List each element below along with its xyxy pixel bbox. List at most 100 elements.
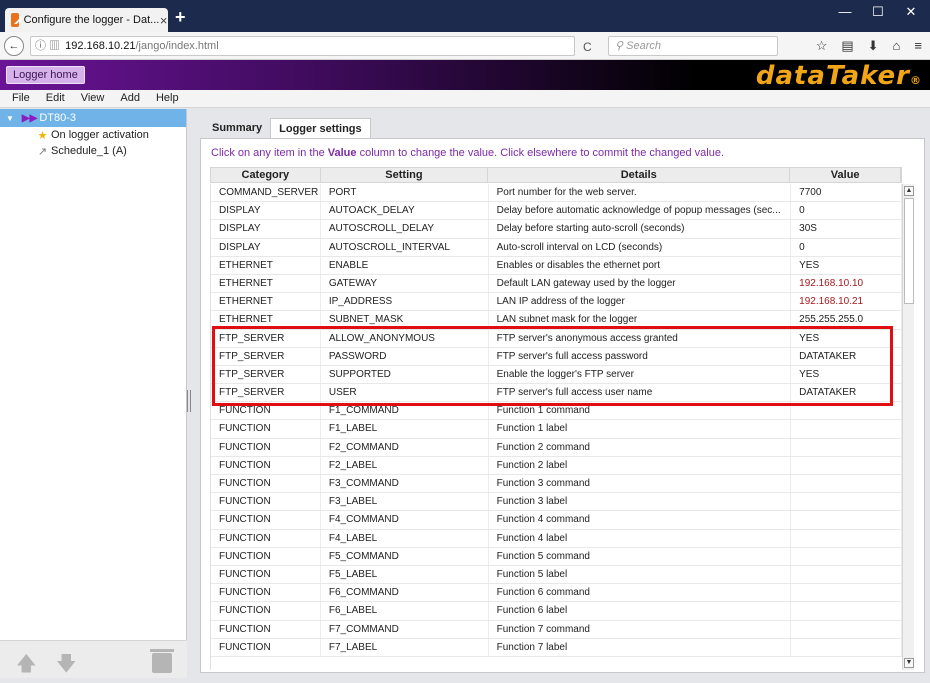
cell-setting: F1_LABEL <box>321 420 489 438</box>
cell-value[interactable]: 30S <box>791 220 902 238</box>
browser-tab[interactable]: Configure the logger - Dat... × <box>5 8 168 32</box>
maximize-icon[interactable]: ☐ <box>863 4 893 20</box>
cell-value[interactable] <box>791 475 902 493</box>
cell-setting: ALLOW_ANONYMOUS <box>321 329 489 347</box>
scroll-up-icon[interactable]: ▲ <box>904 186 914 196</box>
cell-value[interactable]: DATATAKER <box>791 347 902 365</box>
cell-value[interactable] <box>791 493 902 511</box>
close-tab-icon[interactable]: × <box>159 13 168 28</box>
site-info-icon[interactable]: ⓘ ▥ <box>35 40 60 52</box>
table-row[interactable]: FUNCTION F4_LABEL Function 4 label <box>211 529 902 548</box>
header-details[interactable]: Details <box>488 168 791 182</box>
cell-value[interactable] <box>791 547 902 565</box>
home-icon[interactable]: ⌂ <box>893 38 901 54</box>
cell-value[interactable] <box>791 402 902 420</box>
tab-summary[interactable]: Summary <box>204 118 271 138</box>
menu-file[interactable]: File <box>4 90 38 107</box>
table-row[interactable]: FTP_SERVER SUPPORTED Enable the logger's F… <box>211 365 902 385</box>
cell-value[interactable]: 192.168.10.21 <box>791 293 902 311</box>
table-row[interactable]: FUNCTION F6_COMMAND Function 6 command <box>211 584 902 603</box>
logger-home-button[interactable]: Logger home <box>6 66 85 84</box>
cell-value[interactable]: 255.255.255.0 <box>791 311 902 329</box>
menu-add[interactable]: Add <box>112 90 148 107</box>
cell-value[interactable] <box>791 511 902 529</box>
cell-setting: PASSWORD <box>321 347 489 365</box>
table-row[interactable]: FUNCTION F1_COMMAND Function 1 command <box>211 402 902 421</box>
header-category[interactable]: Category <box>211 168 321 182</box>
header-setting[interactable]: Setting <box>321 168 489 182</box>
table-scrollbar[interactable]: ▲ ▼ <box>902 184 914 670</box>
table-row[interactable]: ETHERNET IP_ADDRESS LAN IP address of the … <box>211 293 902 312</box>
table-row[interactable]: DISPLAY AUTOACK_DELAY Delay before automat… <box>211 202 902 221</box>
cell-value[interactable] <box>791 602 902 620</box>
cell-value[interactable] <box>791 565 902 584</box>
table-row[interactable]: ETHERNET SUBNET_MASK LAN subnet mask for t… <box>211 311 902 330</box>
cell-details: Default LAN gateway used by the logger <box>489 274 792 293</box>
table-row[interactable]: FTP_SERVER ALLOW_ANONYMOUS FTP server's an… <box>211 329 902 348</box>
close-window-icon[interactable]: ✕ <box>896 4 926 20</box>
back-icon[interactable]: ← <box>4 36 24 56</box>
tree-item-dt80-3[interactable]: ▼ ▶▶ DT80-3 <box>0 109 186 127</box>
tree-item-schedule-1[interactable]: ↗ Schedule_1 (A) <box>0 143 186 159</box>
menu-icon[interactable]: ≡ <box>914 38 922 54</box>
bookmark-star-icon[interactable]: ☆ <box>816 38 828 54</box>
menu-help[interactable]: Help <box>148 90 187 107</box>
table-row[interactable]: DISPLAY AUTOSCROLL_DELAY Delay before star… <box>211 220 902 239</box>
table-row[interactable]: FUNCTION F6_LABEL Function 6 label <box>211 602 902 621</box>
table-row[interactable]: FUNCTION F4_COMMAND Function 4 command <box>211 511 902 530</box>
cell-value[interactable] <box>791 584 902 602</box>
table-row[interactable]: FTP_SERVER PASSWORD FTP server's full acce… <box>211 347 902 366</box>
menu-view[interactable]: View <box>73 90 113 107</box>
new-tab-button[interactable]: + <box>175 8 186 26</box>
table-row[interactable]: ETHERNET GATEWAY Default LAN gateway used … <box>211 274 902 294</box>
cell-details: FTP server's anonymous access granted <box>489 329 792 347</box>
cell-value[interactable] <box>791 420 902 438</box>
cell-value[interactable]: YES <box>791 256 902 274</box>
cell-category: DISPLAY <box>211 238 321 256</box>
cell-value[interactable]: 0 <box>791 238 902 256</box>
table-row[interactable]: FUNCTION F3_COMMAND Function 3 command <box>211 475 902 494</box>
cell-details: Function 2 label <box>489 456 792 474</box>
trash-icon[interactable] <box>150 649 174 673</box>
cell-value[interactable]: YES <box>791 329 902 347</box>
address-bar[interactable]: ⓘ ▥ 192.168.10.21/jango/index.html <box>30 36 575 56</box>
table-row[interactable]: DISPLAY AUTOSCROLL_INTERVAL Auto-scroll in… <box>211 238 902 257</box>
table-row[interactable]: FUNCTION F2_COMMAND Function 2 command <box>211 438 902 457</box>
table-row[interactable]: FUNCTION F5_LABEL Function 5 label <box>211 565 902 585</box>
cell-value[interactable] <box>791 529 902 547</box>
download-icon[interactable]: ⬇ <box>868 38 879 54</box>
table-row[interactable]: FUNCTION F5_COMMAND Function 5 command <box>211 547 902 566</box>
sidebar-splitter-handle[interactable] <box>187 390 191 412</box>
table-row[interactable]: ETHERNET ENABLE Enables or disables the et… <box>211 256 902 275</box>
search-input[interactable]: ⚲ Search <box>608 36 778 56</box>
table-row[interactable]: FUNCTION F7_LABEL Function 7 label <box>211 638 902 657</box>
sidebar-tree: ▼ ▶▶ DT80-3 ★ On logger activation ↗ Sch… <box>0 109 187 678</box>
tree-item-on-logger-activation[interactable]: ★ On logger activation <box>0 127 186 143</box>
reading-list-icon[interactable]: ▤ <box>841 38 853 54</box>
cell-category: FUNCTION <box>211 420 321 438</box>
menu-edit[interactable]: Edit <box>38 90 73 107</box>
table-row[interactable]: FUNCTION F3_LABEL Function 3 label <box>211 493 902 512</box>
table-row[interactable]: FTP_SERVER USER FTP server's full access u… <box>211 384 902 403</box>
reload-icon[interactable]: C <box>583 40 592 54</box>
header-value[interactable]: Value <box>790 168 902 182</box>
cell-value[interactable]: YES <box>791 365 902 384</box>
tab-logger-settings[interactable]: Logger settings <box>270 118 371 138</box>
table-row[interactable]: FUNCTION F2_LABEL Function 2 label <box>211 456 902 475</box>
cell-value[interactable]: 7700 <box>791 184 902 202</box>
cell-details: Function 4 command <box>489 511 792 529</box>
cell-value[interactable] <box>791 438 902 456</box>
scrollbar-thumb[interactable] <box>904 198 914 304</box>
cell-value[interactable]: 192.168.10.10 <box>791 274 902 293</box>
collapse-arrow-icon[interactable]: ▼ <box>6 114 14 123</box>
table-row[interactable]: FUNCTION F1_LABEL Function 1 label <box>211 420 902 439</box>
cell-value[interactable]: 0 <box>791 202 902 220</box>
cell-value[interactable] <box>791 456 902 474</box>
cell-value[interactable] <box>791 638 902 656</box>
minimize-icon[interactable]: — <box>830 4 860 19</box>
cell-value[interactable] <box>791 620 902 638</box>
cell-value[interactable]: DATATAKER <box>791 384 902 402</box>
table-row[interactable]: FUNCTION F7_COMMAND Function 7 command <box>211 620 902 639</box>
scroll-down-icon[interactable]: ▼ <box>904 658 914 668</box>
table-row[interactable]: COMMAND_SERVER PORT Port number for the we… <box>211 184 902 203</box>
